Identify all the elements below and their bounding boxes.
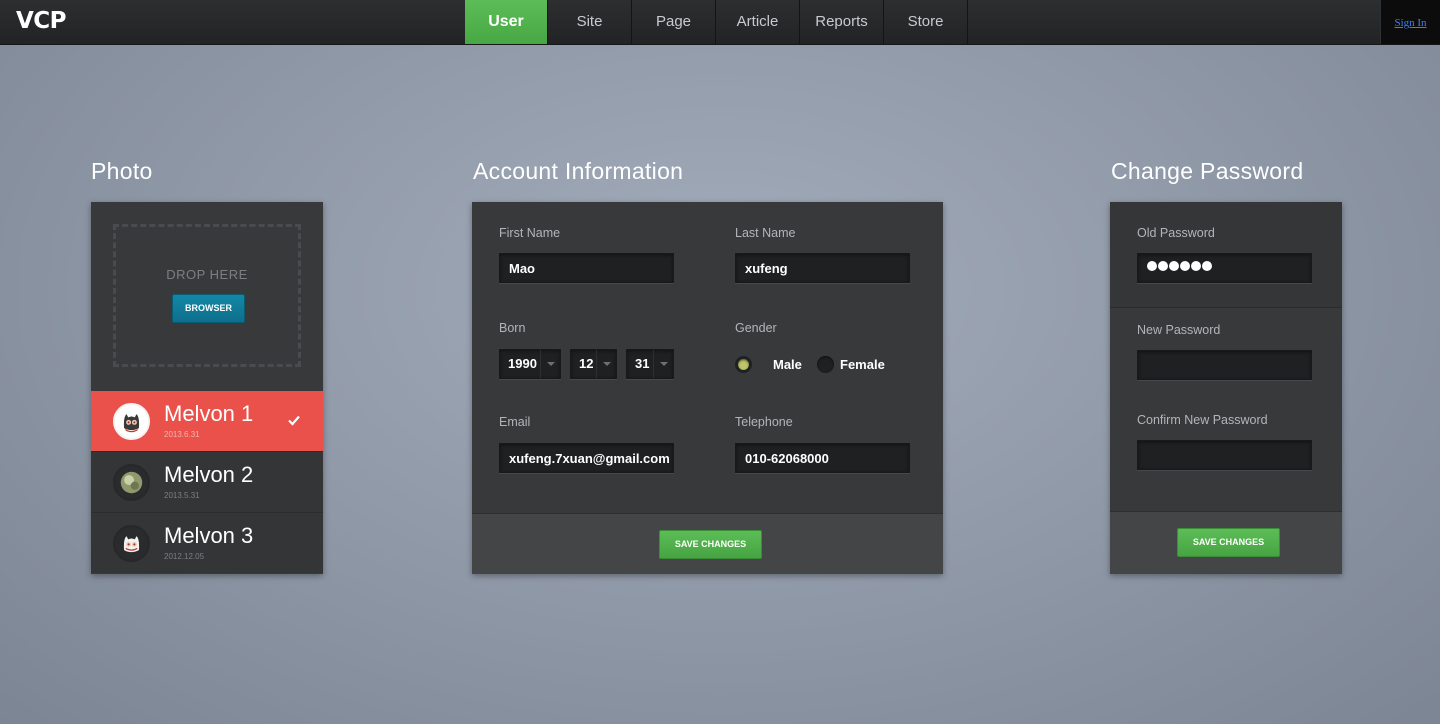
nav-item-store[interactable]: Store: [884, 0, 968, 44]
nav-item-page[interactable]: Page: [632, 0, 716, 44]
password-dot: [1158, 261, 1168, 271]
password-mask: [1147, 261, 1212, 271]
password-section-title: Change Password: [1111, 158, 1304, 184]
gender-male-radio[interactable]: Male: [735, 355, 805, 375]
confirm-password-input[interactable]: [1137, 440, 1312, 470]
password-panel-footer: SAVE CHANGES: [1110, 511, 1342, 574]
photo-date: 2013.6.31: [164, 430, 200, 439]
avatar-octocat-icon: [113, 525, 150, 562]
chevron-down-icon: [540, 350, 560, 378]
password-dot: [1147, 261, 1157, 271]
born-month-select[interactable]: 12: [570, 349, 617, 379]
nav-item-reports[interactable]: Reports: [800, 0, 884, 44]
photo-list-item[interactable]: Melvon 3 2012.12.05: [91, 512, 323, 573]
old-password-input[interactable]: [1137, 253, 1312, 283]
new-password-input[interactable]: [1137, 350, 1312, 380]
account-panel: First Name Last Name Born 1990 12 31 Gen…: [472, 202, 943, 574]
gender-male-label: Male: [773, 357, 802, 372]
browse-button[interactable]: BROWSER: [172, 294, 245, 323]
photo-list-item[interactable]: Melvon 1 2013.6.31: [91, 391, 323, 451]
born-year-value: 1990: [508, 356, 537, 371]
photo-list: Melvon 1 2013.6.31 Melvon 2 2013.5.31 Me…: [91, 391, 323, 573]
sign-in-link[interactable]: Sign In: [1394, 17, 1426, 29]
telephone-label: Telephone: [735, 415, 793, 429]
old-password-section: Old Password: [1110, 202, 1342, 308]
photo-name: Melvon 3: [164, 523, 254, 548]
drop-here-label: DROP HERE: [166, 267, 248, 282]
gender-label: Gender: [735, 321, 777, 335]
photo-panel: DROP HERE BROWSER Melvon 1 2013.6.31 Mel…: [91, 202, 323, 574]
photo-section-title: Photo: [91, 158, 153, 184]
confirm-password-label: Confirm New Password: [1137, 413, 1268, 427]
last-name-input[interactable]: [735, 253, 910, 283]
email-label: Email: [499, 415, 531, 429]
main-nav: User Site Page Article Reports Store: [465, 0, 968, 44]
born-day-value: 31: [635, 356, 650, 371]
account-save-button[interactable]: SAVE CHANGES: [659, 530, 762, 559]
radio-selected-icon: [735, 356, 752, 373]
password-dot: [1169, 261, 1179, 271]
account-section-title: Account Information: [473, 158, 684, 184]
nav-item-user[interactable]: User: [465, 0, 548, 44]
photo-name: Melvon 1: [164, 401, 254, 426]
password-dot: [1191, 261, 1201, 271]
password-dot: [1202, 261, 1212, 271]
first-name-input[interactable]: [499, 253, 674, 283]
gender-female-radio[interactable]: Female: [817, 355, 907, 375]
avatar-photo-icon: [113, 464, 150, 501]
old-password-label: Old Password: [1137, 226, 1215, 240]
photo-list-item[interactable]: Melvon 2 2013.5.31: [91, 451, 323, 512]
born-label: Born: [499, 321, 526, 335]
email-input[interactable]: [499, 443, 674, 473]
new-password-label: New Password: [1137, 323, 1221, 337]
password-dot: [1180, 261, 1190, 271]
password-save-button[interactable]: SAVE CHANGES: [1177, 528, 1280, 557]
nav-item-article[interactable]: Article: [716, 0, 800, 44]
account-panel-footer: SAVE CHANGES: [472, 513, 943, 574]
gender-female-label: Female: [840, 357, 885, 372]
first-name-label: First Name: [499, 226, 561, 240]
nav-item-site[interactable]: Site: [548, 0, 632, 44]
app-logo[interactable]: VCP: [16, 8, 67, 34]
born-day-select[interactable]: 31: [626, 349, 674, 379]
born-year-select[interactable]: 1990: [499, 349, 561, 379]
check-icon: [288, 415, 300, 426]
sign-in-area: Sign In: [1380, 0, 1440, 44]
radio-unselected-icon: [817, 356, 834, 373]
born-month-value: 12: [579, 356, 594, 371]
photo-dropzone[interactable]: DROP HERE BROWSER: [113, 224, 301, 367]
chevron-down-icon: [653, 350, 673, 378]
avatar-octocat-icon: [113, 403, 150, 440]
password-panel: Old Password New Password Confirm New Pa…: [1110, 202, 1342, 574]
last-name-label: Last Name: [735, 226, 796, 240]
telephone-input[interactable]: [735, 443, 910, 473]
top-nav-bar: VCP User Site Page Article Reports Store…: [0, 0, 1440, 45]
photo-name: Melvon 2: [164, 462, 254, 487]
chevron-down-icon: [596, 350, 616, 378]
photo-date: 2013.5.31: [164, 491, 200, 500]
photo-date: 2012.12.05: [164, 552, 205, 561]
